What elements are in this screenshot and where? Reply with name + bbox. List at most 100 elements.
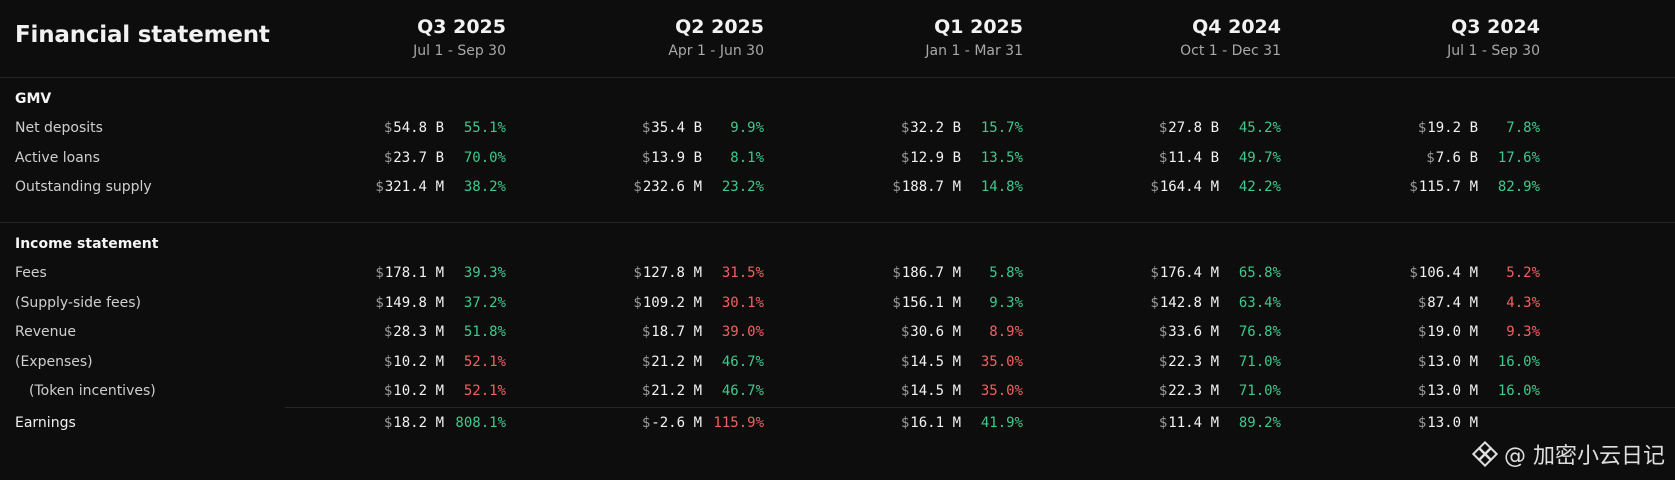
metric-unit: M (1210, 294, 1219, 311)
quarter-header: Q3 2025 Jul 1 - Sep 30 (286, 15, 506, 59)
currency-symbol: $ (1150, 265, 1159, 281)
metric-value: 16.1 (910, 414, 944, 431)
metric-cell: $18.7 M 39.0% (524, 324, 764, 344)
currency-symbol: $ (1417, 353, 1427, 370)
currency-symbol: $ (383, 149, 393, 166)
metric-cell: $10.2 M 52.1% (266, 354, 506, 374)
currency-symbol: $ (892, 265, 901, 281)
metric-cell: $30.6 M 8.9% (783, 324, 1023, 344)
metric-unit: M (1469, 383, 1478, 399)
quarter-name: Q3 2024 (1451, 16, 1540, 38)
metric-cell: $19.2 B 7.8% (1300, 120, 1540, 140)
metric-cell: $11.4 M 89.2% (1041, 415, 1281, 435)
currency-symbol: $ (1158, 353, 1168, 370)
row-label: (Expenses) (15, 353, 93, 370)
metric-value: 178.1 (384, 265, 427, 281)
metric-value: 142.8 (1159, 294, 1202, 311)
page-title: Financial statement (15, 22, 270, 48)
metric-unit: M (1210, 414, 1219, 431)
row-label: (Token incentives) (29, 383, 156, 399)
currency-symbol: $ (633, 294, 642, 311)
metric-cell: $23.7 B 70.0% (266, 150, 506, 170)
change-percent: 31.5% (721, 265, 764, 281)
metric-cell: $156.1 M 9.3% (783, 295, 1023, 315)
metric-unit: M (1469, 294, 1478, 311)
metric-unit: M (1469, 179, 1478, 195)
change-percent: 42.2% (1238, 179, 1281, 195)
change-percent: 5.2% (1506, 265, 1540, 281)
metric-unit: B (952, 149, 961, 166)
section-title: Income statement (15, 236, 159, 252)
currency-symbol: $ (1158, 120, 1168, 136)
metric-value: 19.0 (1427, 324, 1461, 340)
earnings-divider (285, 406, 1675, 408)
metric-cell: $13.0 M 16.0% (1300, 354, 1540, 374)
currency-symbol: $ (641, 353, 651, 370)
metric-unit: B (435, 120, 444, 136)
change-percent: 35.0% (980, 353, 1023, 370)
metric-value: 14.5 (910, 353, 944, 370)
metric-cell: $13.0 M (1300, 415, 1540, 435)
change-percent: 45.2% (1238, 120, 1281, 136)
currency-symbol: $ (1417, 120, 1427, 136)
metric-value: 22.3 (1168, 383, 1202, 399)
change-percent: 49.7% (1238, 149, 1281, 166)
metric-value: 232.6 (642, 179, 685, 195)
change-percent: 35.0% (980, 383, 1023, 399)
change-percent: 8.9% (989, 324, 1023, 340)
metric-cell: $13.0 M 16.0% (1300, 383, 1540, 403)
metric-value: 21.2 (651, 383, 685, 399)
section-divider (0, 222, 1675, 223)
change-percent: 5.8% (989, 265, 1023, 281)
currency-symbol: $ (1409, 265, 1418, 281)
metric-cell: $19.0 M 9.3% (1300, 324, 1540, 344)
metric-unit: M (693, 353, 702, 370)
currency-symbol: $ (900, 353, 910, 370)
metric-unit: M (435, 265, 444, 281)
change-percent: 808.1% (455, 414, 506, 431)
metric-cell: $ -2.6 M 115.9% (524, 415, 764, 435)
metric-cell: $87.4 M 4.3% (1300, 295, 1540, 315)
change-percent: 39.3% (463, 265, 506, 281)
row-label: (Supply-side fees) (15, 294, 142, 311)
change-percent: 30.1% (721, 294, 764, 311)
metric-unit: M (693, 294, 702, 311)
metric-value: 149.8 (384, 294, 427, 311)
metric-value: 7.6 (1435, 149, 1461, 166)
metric-value: 27.8 (1168, 120, 1202, 136)
metric-value: 32.2 (910, 120, 944, 136)
metric-value: 14.5 (910, 383, 944, 399)
metric-unit: M (435, 294, 444, 311)
metric-value: 12.9 (910, 149, 944, 166)
metric-cell: $18.2 M 808.1% (266, 415, 506, 435)
change-percent: 9.3% (989, 294, 1023, 311)
currency-symbol: $ (375, 179, 384, 195)
metric-value: 28.3 (393, 324, 427, 340)
row-label: Fees (15, 265, 47, 281)
metric-cell: $13.9 B 8.1% (524, 150, 764, 170)
currency-symbol: $ (900, 383, 910, 399)
change-percent: 65.8% (1238, 265, 1281, 281)
change-percent: 46.7% (721, 353, 764, 370)
metric-value: 54.8 (393, 120, 427, 136)
change-percent: 46.7% (721, 383, 764, 399)
metric-value: 321.4 (384, 179, 427, 195)
quarter-date-range: Jul 1 - Sep 30 (413, 43, 506, 59)
quarter-name: Q1 2025 (934, 16, 1023, 38)
statement-header: Financial statement Q3 2025 Jul 1 - Sep 3… (0, 0, 1675, 78)
metric-value: -2.6 (651, 414, 685, 431)
quarter-header: Q4 2024 Oct 1 - Dec 31 (1061, 15, 1281, 59)
currency-symbol: $ (1417, 324, 1427, 340)
metric-unit: B (435, 149, 444, 166)
metric-value: 115.7 (1418, 179, 1461, 195)
change-percent: 37.2% (463, 294, 506, 311)
metric-value: 176.4 (1159, 265, 1202, 281)
currency-symbol: $ (641, 324, 651, 340)
change-percent: 71.0% (1238, 353, 1281, 370)
change-percent: 71.0% (1238, 383, 1281, 399)
change-percent: 23.2% (721, 179, 764, 195)
metric-value: 109.2 (642, 294, 685, 311)
metric-unit: M (1210, 265, 1219, 281)
currency-symbol: $ (383, 353, 393, 370)
change-percent: 70.0% (463, 149, 506, 166)
